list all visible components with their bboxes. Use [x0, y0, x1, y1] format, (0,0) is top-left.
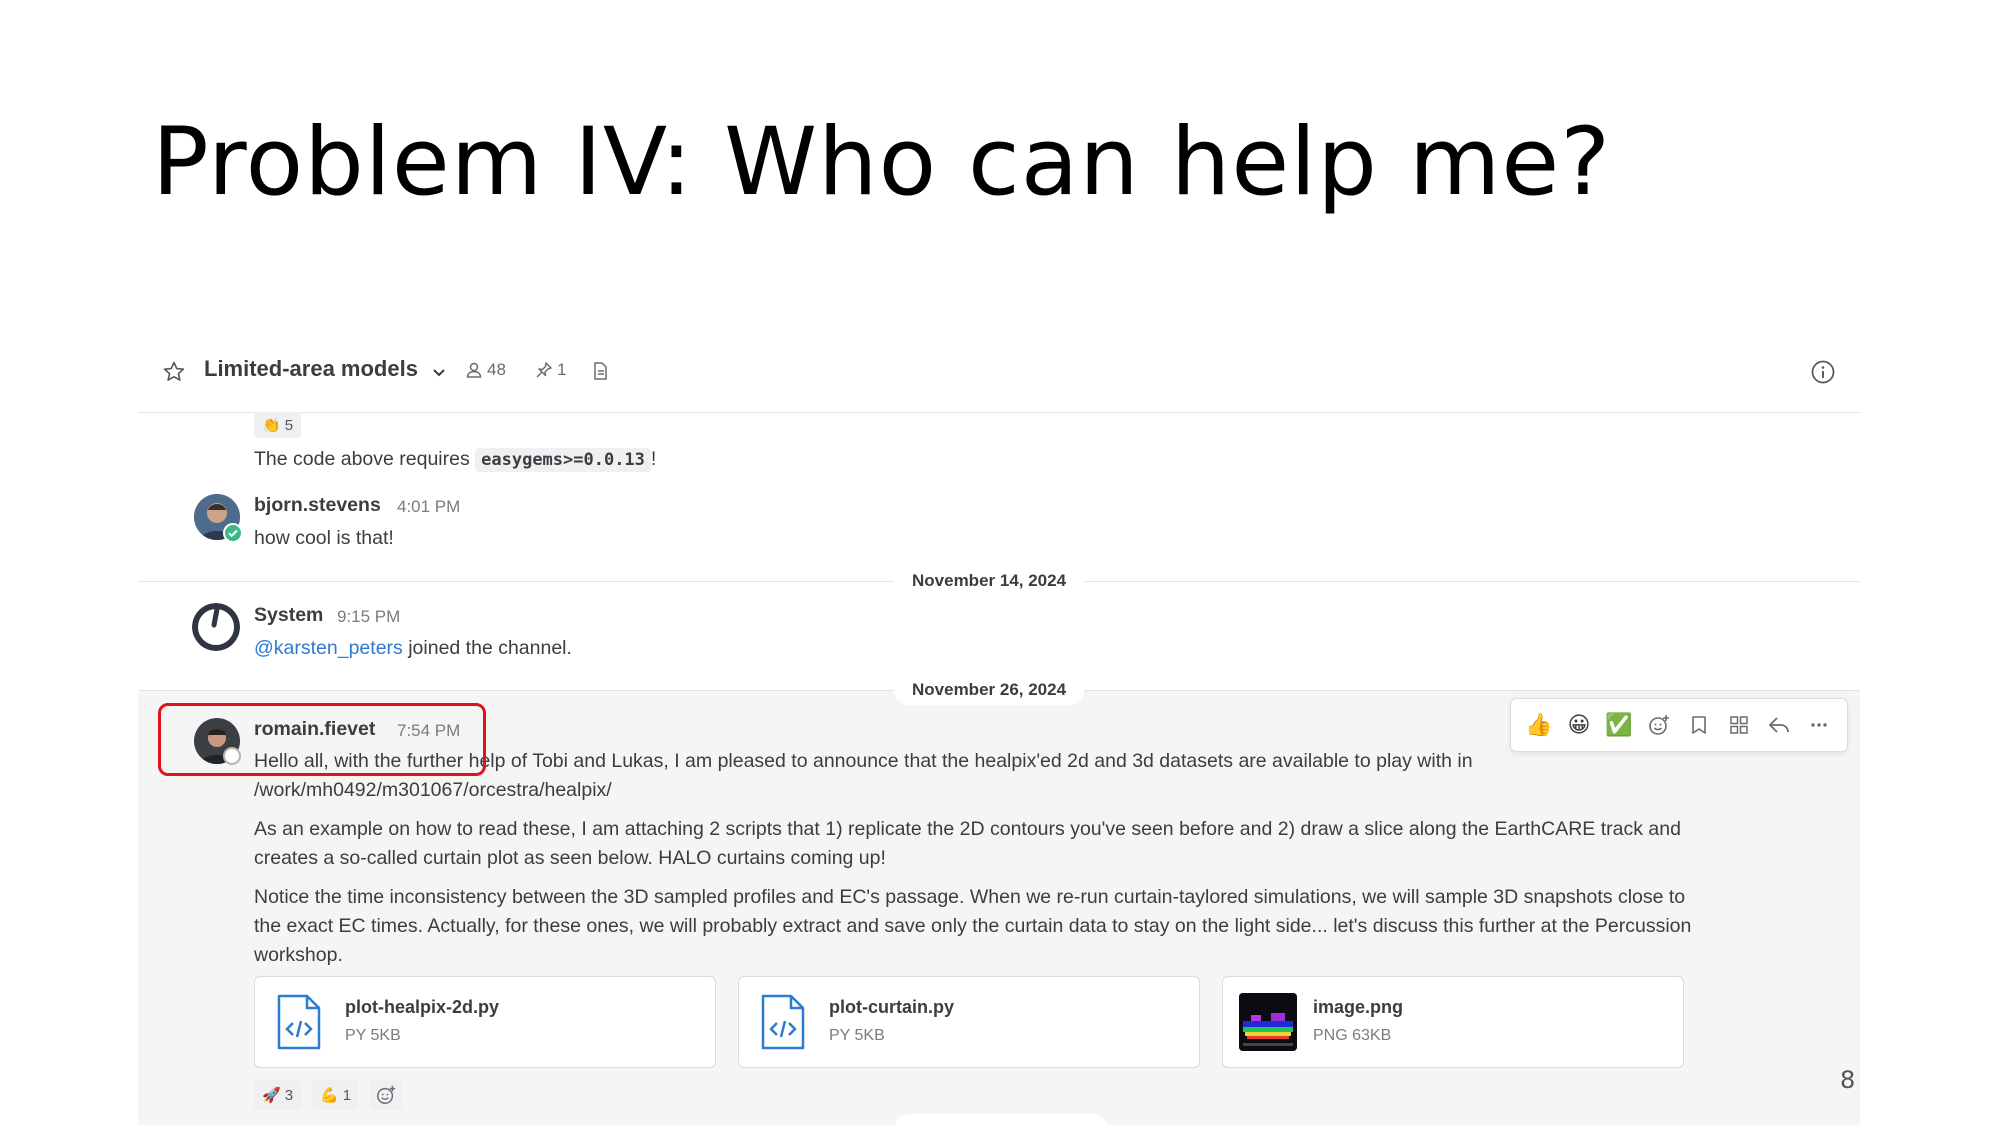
- message-text: @karsten_peters joined the channel.: [254, 637, 572, 660]
- add-reaction-button[interactable]: [370, 1080, 402, 1110]
- username[interactable]: bjorn.stevens: [254, 494, 381, 517]
- file-attachment[interactable]: image.png PNG 63KB: [1222, 976, 1684, 1068]
- message-text: /work/mh0492/m301067/orcestra/healpix/: [254, 779, 612, 801]
- file-attachment[interactable]: plot-healpix-2d.py PY 5KB: [254, 976, 716, 1068]
- date-separator: November 14, 2024: [894, 566, 1085, 596]
- message-text: creates a so-called curtain plot as seen…: [254, 847, 886, 869]
- message-text-part: !: [650, 448, 657, 470]
- message-hover-toolbar: 👍 😀 ✅: [1510, 698, 1848, 752]
- pin-icon: [536, 362, 552, 378]
- save-bookmark-icon[interactable]: [1683, 709, 1715, 741]
- date-separator: November 26, 2024: [894, 675, 1085, 705]
- user-mention-link[interactable]: @karsten_peters: [254, 637, 403, 659]
- message-text: how cool is that!: [254, 527, 394, 549]
- channel-files-icon[interactable]: [590, 361, 610, 381]
- file-meta: PY 5KB: [829, 1027, 885, 1044]
- reaction-emoji: 💪: [320, 1087, 339, 1104]
- file-name: image.png: [1313, 997, 1404, 1017]
- message-text: the exact EC times. Actually, for these …: [254, 915, 1692, 937]
- file-meta: PY 5KB: [345, 1027, 401, 1044]
- star-icon[interactable]: [162, 360, 186, 384]
- reaction-count: 1: [342, 1086, 352, 1104]
- reaction-count: 5: [284, 416, 294, 434]
- slide-title: Problem IV: Who can help me?: [152, 108, 1612, 217]
- message-timestamp[interactable]: 9:15 PM: [337, 607, 400, 627]
- member-icon: [466, 362, 482, 378]
- system-avatar: [192, 603, 240, 651]
- message-text: workshop.: [254, 944, 343, 966]
- image-thumbnail: [1239, 993, 1297, 1051]
- quick-reaction-grin[interactable]: 😀: [1563, 709, 1595, 741]
- chevron-down-icon[interactable]: [431, 364, 447, 380]
- message-text: The code above requires easygems>=0.0.13…: [254, 448, 657, 472]
- message-text: As an example on how to read these, I am…: [254, 818, 1681, 840]
- code-file-icon: [761, 994, 805, 1050]
- username[interactable]: System: [254, 604, 323, 627]
- highlight-annotation-box: [158, 703, 486, 776]
- code-file-icon: [277, 994, 321, 1050]
- reaction-emoji: 🚀: [262, 1087, 281, 1104]
- date-separator-partial: [894, 1114, 1108, 1125]
- add-reaction-icon[interactable]: [1643, 709, 1675, 741]
- reaction-rocket[interactable]: 🚀 3: [254, 1080, 302, 1110]
- inline-code: easygems>=0.0.13: [475, 448, 651, 472]
- online-status-icon: [223, 523, 243, 543]
- message-text-part: The code above requires: [254, 448, 476, 470]
- message-text-part: joined the channel.: [402, 637, 572, 659]
- file-attachment[interactable]: plot-curtain.py PY 5KB: [738, 976, 1200, 1068]
- reaction-emoji: 👏: [262, 417, 281, 434]
- more-actions-icon[interactable]: [1803, 709, 1835, 741]
- quick-reaction-thumbs-up[interactable]: 👍: [1523, 709, 1555, 741]
- message-text: Notice the time inconsistency between th…: [254, 886, 1686, 908]
- file-name: plot-healpix-2d.py: [345, 997, 500, 1017]
- add-reaction-icon: [377, 1085, 396, 1104]
- pinned-count: 1: [557, 360, 567, 379]
- file-meta: PNG 63KB: [1313, 1027, 1392, 1044]
- reaction-count: 3: [284, 1086, 294, 1104]
- member-count-button[interactable]: 48: [465, 360, 506, 380]
- reaction-clap[interactable]: 👏 5: [254, 412, 302, 438]
- channel-name[interactable]: Limited-area models: [204, 356, 418, 382]
- channel-header: Limited-area models 48 1: [138, 330, 1860, 413]
- member-count: 48: [487, 360, 506, 379]
- info-icon[interactable]: [1810, 359, 1836, 385]
- reply-arrow-icon[interactable]: [1763, 709, 1795, 741]
- quick-reaction-check[interactable]: ✅: [1603, 709, 1635, 741]
- file-name: plot-curtain.py: [829, 997, 954, 1017]
- message-timestamp[interactable]: 4:01 PM: [397, 497, 460, 517]
- reaction-flexed-biceps[interactable]: 💪 1: [312, 1080, 360, 1110]
- page-number: 8: [1840, 1066, 1856, 1094]
- pinned-button[interactable]: 1: [535, 360, 566, 380]
- apps-grid-icon[interactable]: [1723, 709, 1755, 741]
